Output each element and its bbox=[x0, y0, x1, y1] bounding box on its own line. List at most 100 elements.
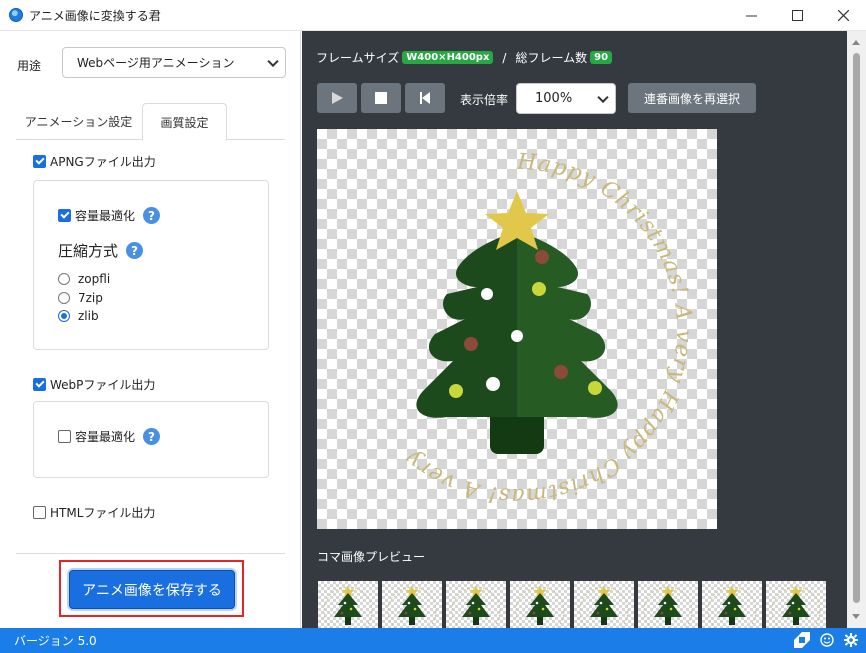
vertical-scrollbar[interactable] bbox=[847, 31, 866, 628]
html-output-label: HTMLファイル出力 bbox=[50, 506, 156, 520]
window-controls bbox=[728, 0, 866, 31]
window-title: アニメ画像に変換する君 bbox=[29, 8, 161, 23]
purpose-label: 用途 bbox=[17, 59, 42, 73]
webp-output-label: WebPファイル出力 bbox=[50, 378, 156, 392]
reselect-images-button[interactable]: 連番画像を再選択 bbox=[628, 83, 756, 113]
christmas-tree-thumbnail bbox=[579, 585, 629, 628]
preview-panel: フレームサイズ W400×H400px / 総フレーム数 90 表示倍率 100… bbox=[302, 31, 847, 628]
maximize-button[interactable] bbox=[774, 0, 820, 31]
title-bar: アニメ画像に変換する君 bbox=[0, 0, 866, 31]
christmas-tree-thumbnail bbox=[771, 585, 821, 628]
frame-thumbnail[interactable] bbox=[510, 581, 570, 628]
compression-zopfli-radio[interactable]: zopfli bbox=[58, 272, 110, 286]
frame-count-badge: 90 bbox=[590, 51, 613, 64]
radio-label: 7zip bbox=[78, 291, 103, 305]
checkbox-unchecked-icon bbox=[58, 430, 71, 443]
save-button-highlight: アニメ画像を保存する bbox=[59, 560, 244, 617]
help-icon[interactable]: ? bbox=[143, 207, 161, 224]
scrollbar-thumb[interactable] bbox=[853, 53, 860, 603]
tab-quality-settings[interactable]: 画質設定 bbox=[142, 103, 227, 141]
settings-tabs: アニメーション設定 画質設定 bbox=[16, 103, 285, 141]
compression-title-text: 圧縮方式 bbox=[58, 242, 119, 260]
radio-icon bbox=[58, 273, 70, 285]
play-icon bbox=[332, 92, 343, 104]
tab-animation-settings[interactable]: アニメーション設定 bbox=[16, 103, 141, 140]
radio-label: zopfli bbox=[78, 272, 111, 286]
save-animation-button[interactable]: アニメ画像を保存する bbox=[69, 570, 235, 609]
apng-options-group: 容量最適化 ? 圧縮方式 ? zopfli 7zip zlib bbox=[33, 180, 269, 350]
zoom-select-value: 100% bbox=[535, 91, 573, 106]
frame-thumbnail[interactable] bbox=[702, 581, 762, 628]
scroll-down-arrow-icon[interactable] bbox=[852, 614, 860, 619]
checkbox-checked-icon bbox=[33, 378, 46, 391]
frame-thumbnails bbox=[318, 581, 830, 628]
zoom-label: 表示倍率 bbox=[460, 93, 509, 107]
app-icon bbox=[9, 8, 23, 22]
frame-size-label: フレームサイズ bbox=[316, 51, 400, 65]
frame-thumbnail[interactable] bbox=[766, 581, 826, 628]
close-button[interactable] bbox=[820, 0, 866, 31]
christmas-tree-thumbnail bbox=[323, 585, 373, 628]
webp-output-checkbox[interactable]: WebPファイル出力 bbox=[33, 376, 155, 393]
apng-optimize-label: 容量最適化 bbox=[75, 209, 136, 223]
christmas-tree-thumbnail bbox=[643, 585, 693, 628]
purpose-select[interactable]: Webページ用アニメーション bbox=[62, 47, 286, 78]
frame-size-badge: W400×H400px bbox=[402, 51, 494, 64]
radio-selected-icon bbox=[58, 310, 70, 322]
status-bar: バージョン 5.0 bbox=[0, 628, 866, 653]
webp-options-group: 容量最適化 ? bbox=[33, 401, 269, 478]
frame-thumbnail[interactable] bbox=[318, 581, 378, 628]
christmas-tree-thumbnail bbox=[707, 585, 757, 628]
chevron-down-icon bbox=[597, 91, 609, 103]
rewind-button[interactable] bbox=[405, 83, 445, 113]
stop-icon bbox=[375, 92, 387, 104]
frame-preview-label: コマ画像プレビュー bbox=[317, 550, 426, 564]
apng-output-checkbox[interactable]: APNGファイル出力 bbox=[33, 153, 156, 170]
ics-logo-icon[interactable] bbox=[794, 632, 810, 648]
christmas-tree-thumbnail bbox=[515, 585, 565, 628]
divider bbox=[16, 553, 285, 554]
frame-thumbnail[interactable] bbox=[446, 581, 506, 628]
webp-optimize-label: 容量最適化 bbox=[75, 430, 136, 444]
help-icon[interactable]: ? bbox=[143, 428, 161, 445]
radio-icon bbox=[58, 292, 70, 304]
gear-icon[interactable] bbox=[844, 633, 858, 647]
zoom-select[interactable]: 100% bbox=[516, 83, 616, 114]
compression-zlib-radio[interactable]: zlib bbox=[58, 309, 99, 323]
play-button[interactable] bbox=[317, 83, 357, 113]
preview-canvas: Happy Christmas! A very Happy Christmas!… bbox=[317, 129, 717, 529]
smiley-icon[interactable] bbox=[820, 633, 834, 647]
frame-thumbnail[interactable] bbox=[638, 581, 698, 628]
settings-panel: 用途 Webページ用アニメーション アニメーション設定 画質設定 APNGファイ… bbox=[0, 31, 301, 628]
radio-label: zlib bbox=[78, 309, 99, 323]
chevron-down-icon bbox=[267, 55, 279, 67]
compression-title: 圧縮方式 ? bbox=[58, 240, 144, 261]
status-icons bbox=[794, 632, 858, 648]
checkbox-checked-icon bbox=[58, 209, 71, 222]
stop-button[interactable] bbox=[361, 83, 401, 113]
webp-optimize-checkbox[interactable]: 容量最適化 ? bbox=[58, 428, 161, 445]
checkbox-checked-icon bbox=[33, 155, 46, 168]
christmas-tree-thumbnail bbox=[451, 585, 501, 628]
compression-7zip-radio[interactable]: 7zip bbox=[58, 291, 103, 305]
maximize-icon bbox=[791, 10, 803, 21]
html-output-checkbox[interactable]: HTMLファイル出力 bbox=[33, 504, 155, 521]
apng-optimize-checkbox[interactable]: 容量最適化 ? bbox=[58, 207, 161, 224]
help-icon[interactable]: ? bbox=[126, 242, 144, 259]
separator: / bbox=[502, 50, 507, 65]
version-text: バージョン 5.0 bbox=[14, 634, 97, 648]
frame-info: フレームサイズ W400×H400px / 総フレーム数 90 bbox=[316, 49, 613, 66]
christmas-tree-thumbnail bbox=[387, 585, 437, 628]
apng-output-label: APNGファイル出力 bbox=[50, 155, 156, 169]
skip-to-start-icon bbox=[420, 92, 430, 104]
minimize-icon bbox=[745, 15, 757, 17]
minimize-button[interactable] bbox=[728, 0, 774, 31]
frame-count-label: 総フレーム数 bbox=[515, 51, 588, 65]
christmas-tree-image: Happy Christmas! A very Happy Christmas!… bbox=[400, 150, 695, 508]
purpose-select-value: Webページ用アニメーション bbox=[77, 56, 235, 70]
checkbox-unchecked-icon bbox=[33, 506, 46, 519]
scroll-up-arrow-icon[interactable] bbox=[852, 40, 860, 45]
frame-thumbnail[interactable] bbox=[574, 581, 634, 628]
frame-thumbnail[interactable] bbox=[382, 581, 442, 628]
close-icon bbox=[837, 10, 849, 21]
